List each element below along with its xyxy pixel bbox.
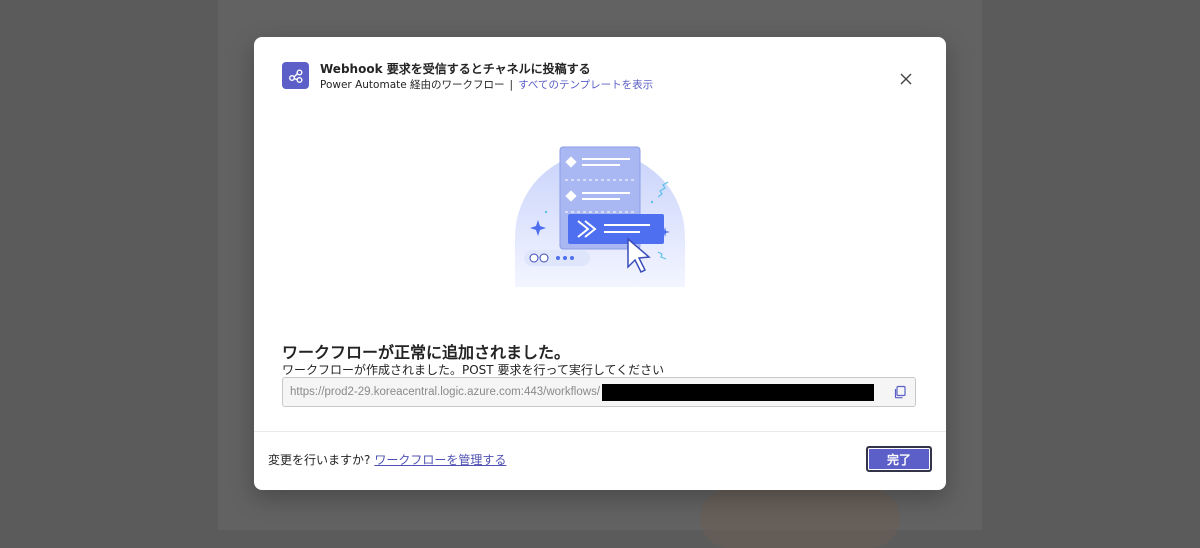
view-all-templates-link[interactable]: すべてのテンプレートを表示 <box>518 79 653 91</box>
footer-divider <box>254 431 946 432</box>
copy-icon <box>894 385 906 399</box>
copy-url-button[interactable] <box>891 383 909 401</box>
workflow-illustration <box>515 146 685 287</box>
dialog-subtitle: Power Automate 経由のワークフロー | すべてのテンプレートを表示 <box>320 77 653 92</box>
redacted-url-segment <box>602 383 875 401</box>
subtitle-separator: | <box>509 79 514 91</box>
manage-workflows-link[interactable]: ワークフローを管理する <box>374 453 506 467</box>
webhook-url-field[interactable]: https://prod2-29.koreacentral.logic.azur… <box>282 377 916 407</box>
close-button[interactable] <box>894 67 918 91</box>
success-heading: ワークフローが正常に追加されました。 <box>282 343 571 362</box>
success-message: ワークフローが作成されました。POST 要求を行って実行してください <box>282 363 665 377</box>
footer-question: 変更を行いますか? <box>268 453 371 467</box>
background-illustration <box>700 488 900 548</box>
close-icon <box>900 73 912 85</box>
dialog-title: Webhook 要求を受信するとチャネルに投稿する <box>320 62 591 76</box>
done-button[interactable]: 完了 <box>866 446 932 472</box>
footer-prompt: 変更を行いますか? ワークフローを管理する <box>268 451 506 468</box>
workflow-share-icon <box>282 62 309 89</box>
webhook-url-text: https://prod2-29.koreacentral.logic.azur… <box>290 386 601 398</box>
subtitle-prefix: Power Automate 経由のワークフロー <box>320 79 505 91</box>
workflow-dialog: Webhook 要求を受信するとチャネルに投稿する Power Automate… <box>254 37 946 490</box>
